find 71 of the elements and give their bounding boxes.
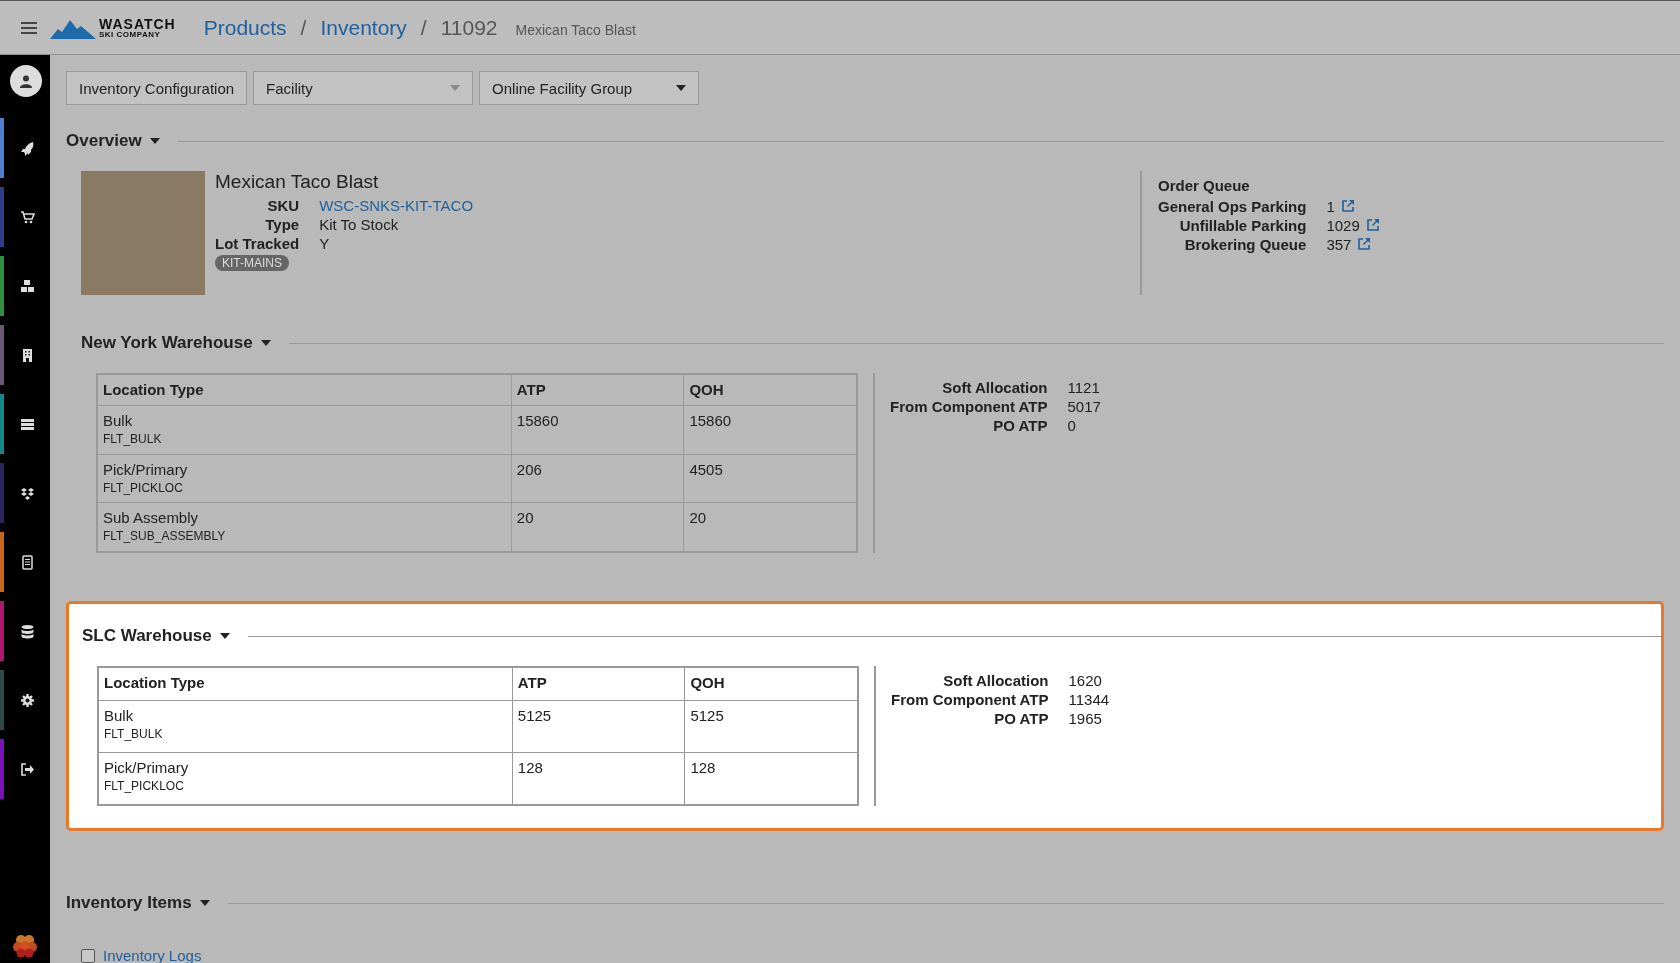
stat-value: 1965	[1068, 710, 1103, 727]
queue-count: 1	[1326, 198, 1335, 215]
location-cell: Bulk FLT_BULK	[97, 405, 512, 455]
column-header: ATP	[511, 374, 684, 406]
user-avatar[interactable]	[10, 65, 42, 97]
queue-label: Brokering Queue	[1183, 236, 1307, 253]
section-title[interactable]: New York Warehouse	[81, 333, 253, 353]
atp-cell: 5125	[512, 700, 685, 753]
queue-count: 1029	[1326, 217, 1360, 234]
column-header: Location Type	[98, 667, 513, 701]
product-name: Mexican Taco Blast	[215, 171, 380, 193]
stat-label: From Component ATP	[891, 691, 1049, 708]
queue-count: 357	[1326, 236, 1352, 253]
caret-icon	[149, 138, 160, 144]
stat-label: PO ATP	[992, 417, 1048, 434]
cubes-icon[interactable]	[20, 278, 35, 294]
stat-label: Soft Allocation	[941, 379, 1048, 396]
stat-label: PO ATP	[993, 710, 1049, 727]
logo-subtext: SKI COMPANY	[99, 30, 162, 39]
column-header: ATP	[512, 667, 685, 701]
order-queue-title: Order Queue	[1158, 177, 1251, 194]
stat-label: From Component ATP	[890, 398, 1048, 415]
external-link-icon[interactable]	[1357, 237, 1372, 251]
settings-icon[interactable]	[20, 692, 35, 708]
queue-label: General Ops Parking	[1158, 198, 1307, 215]
hexagon-logo-icon	[12, 932, 38, 958]
field-label: Type	[264, 216, 300, 233]
stat-value: 0	[1067, 417, 1077, 434]
stat-value: 1620	[1068, 672, 1103, 689]
external-link-icon[interactable]	[1340, 199, 1355, 213]
queue-label: Unfillable Parking	[1178, 217, 1307, 234]
checkbox[interactable]	[81, 948, 95, 963]
external-link-icon[interactable]	[1365, 218, 1380, 232]
database-icon[interactable]	[20, 623, 35, 639]
field-label: SKU	[266, 197, 300, 214]
diamonds-icon[interactable]	[20, 485, 35, 501]
breadcrumb[interactable]: Inventory	[320, 15, 407, 40]
location-cell: Pick/Primary FLT_PICKLOC	[97, 454, 512, 503]
sign-out-icon[interactable]	[20, 761, 35, 777]
menu-icon[interactable]	[20, 20, 38, 35]
tablet-icon[interactable]	[20, 554, 35, 570]
stat-label: Soft Allocation	[942, 672, 1049, 689]
tag: KIT-MAINS	[215, 255, 289, 271]
dropdown[interactable]: Online Facility Group	[479, 71, 700, 105]
caret-icon	[199, 900, 210, 906]
inventory-configuration-button[interactable]: Inventory Configuration	[66, 71, 248, 105]
section-title[interactable]: Inventory Items	[66, 893, 192, 913]
rocket-icon[interactable]	[20, 140, 35, 156]
field-value: Y	[319, 235, 331, 252]
breadcrumb[interactable]: Products	[203, 15, 287, 40]
caret-icon	[260, 340, 271, 346]
caret-icon	[219, 633, 230, 639]
stat-value: 5017	[1067, 398, 1101, 415]
field-value: Kit To Stock	[319, 216, 400, 233]
section-title[interactable]: SLC Warehouse	[82, 626, 212, 646]
location-cell: Bulk FLT_BULK	[98, 700, 513, 753]
section-title[interactable]: Overview	[66, 131, 142, 151]
stat-value: 1121	[1067, 379, 1101, 396]
logo-text: WASATCH	[99, 16, 176, 31]
column-header: Location Type	[97, 374, 512, 406]
atp-cell: 15860	[511, 405, 684, 455]
cart-icon[interactable]	[20, 209, 35, 225]
building-icon[interactable]	[20, 347, 35, 363]
server-icon[interactable]	[20, 416, 35, 432]
breadcrumb-separator: /	[300, 15, 307, 40]
breadcrumb-separator: /	[420, 15, 427, 40]
product-subtitle: Mexican Taco Blast	[515, 21, 636, 38]
breadcrumb: 11092	[440, 15, 498, 40]
atp-cell: 206	[511, 454, 684, 503]
stat-value: 11344	[1068, 691, 1110, 708]
field-label: Lot Tracked	[215, 235, 300, 252]
